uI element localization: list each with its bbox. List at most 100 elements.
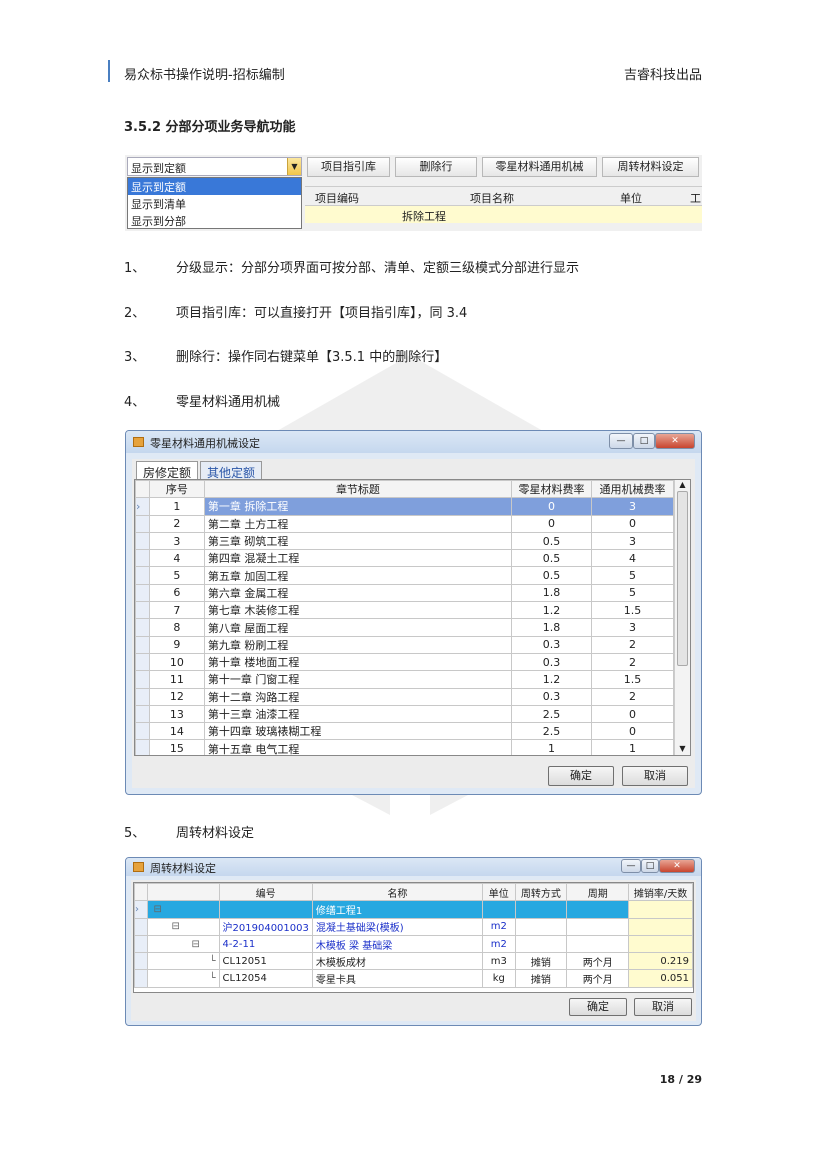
display-level-combo[interactable]: 显示到定额 ▼: [127, 157, 302, 176]
cell-title[interactable]: 第一章 拆除工程: [203, 497, 513, 516]
table-row[interactable]: └ CL12054 零星卡具 kg 摊销 两个月 0.051: [134, 969, 693, 988]
cell-name[interactable]: 修缮工程1: [311, 900, 484, 919]
cell-index[interactable]: 4: [148, 549, 205, 568]
row-header[interactable]: [134, 952, 149, 971]
table-row[interactable]: 9 第九章 粉刷工程 0.3 2: [135, 635, 674, 654]
row-header[interactable]: [135, 549, 150, 568]
cell-code[interactable]: [218, 900, 313, 919]
table-row[interactable]: 4 第四章 混凝土工程 0.5 4: [135, 549, 674, 568]
cell-index[interactable]: 2: [148, 514, 205, 533]
cell-code[interactable]: 4-2-11: [218, 934, 313, 954]
row-header[interactable]: [135, 601, 150, 620]
tab-housing-quota[interactable]: 房修定额: [136, 461, 199, 480]
cell-unit[interactable]: m2: [482, 917, 516, 936]
cell-index[interactable]: 12: [148, 687, 205, 706]
table-row[interactable]: 13 第十三章 油漆工程 2.5 0: [135, 704, 674, 724]
row-header[interactable]: [135, 739, 150, 755]
cell-title[interactable]: 第十章 楼地面工程: [203, 652, 513, 672]
cell-index[interactable]: 11: [148, 670, 205, 689]
table-row[interactable]: ⊟ 沪201904001003 混凝土基础梁(模板) m2: [134, 917, 693, 936]
tree-toggle[interactable]: ⊟: [147, 900, 220, 919]
chevron-down-icon[interactable]: ▼: [287, 158, 301, 175]
row-header[interactable]: [134, 917, 149, 936]
cell-rate[interactable]: [628, 900, 693, 919]
cell-material-rate[interactable]: 1.8: [511, 583, 593, 603]
cell-title[interactable]: 第四章 混凝土工程: [203, 549, 513, 568]
close-icon[interactable]: ✕: [659, 859, 695, 873]
cancel-button[interactable]: 取消: [622, 766, 688, 786]
maximize-icon[interactable]: □: [641, 859, 659, 873]
cell-material-rate[interactable]: 0.5: [511, 566, 593, 585]
cell-material-rate[interactable]: 0.3: [511, 687, 593, 706]
cell-mode[interactable]: [514, 900, 568, 919]
table-row[interactable]: 拆除工程: [305, 205, 702, 223]
cell-machine-rate[interactable]: 3: [591, 497, 674, 516]
row-header[interactable]: [135, 618, 150, 637]
cell-name[interactable]: 木模板 梁 基础梁: [311, 934, 484, 954]
table-row[interactable]: 6 第六章 金属工程 1.8 5: [135, 583, 674, 603]
cell-mode[interactable]: 摊销: [514, 969, 568, 988]
cell-material-rate[interactable]: 0: [511, 514, 593, 533]
row-header[interactable]: [135, 652, 150, 672]
tree-toggle[interactable]: └: [147, 969, 220, 988]
cancel-button[interactable]: 取消: [634, 998, 692, 1016]
cell-name[interactable]: 木模板成材: [311, 952, 484, 971]
ok-button[interactable]: 确定: [569, 998, 627, 1016]
delete-row-button[interactable]: 删除行: [395, 157, 477, 177]
cell-machine-rate[interactable]: 0: [591, 514, 674, 533]
tree-toggle[interactable]: └: [147, 952, 220, 971]
cell-title[interactable]: 第八章 屋面工程: [203, 618, 513, 637]
cell-machine-rate[interactable]: 2: [591, 652, 674, 672]
cell-index[interactable]: 10: [148, 652, 205, 672]
tree-toggle[interactable]: ⊟: [147, 934, 220, 954]
row-header[interactable]: [135, 566, 150, 585]
cell-rate[interactable]: [628, 917, 693, 936]
minimize-icon[interactable]: —: [621, 859, 641, 873]
cell-index[interactable]: 15: [148, 739, 205, 755]
cell-machine-rate[interactable]: 2: [591, 635, 674, 654]
row-header[interactable]: [135, 704, 150, 724]
cell-machine-rate[interactable]: 3: [591, 618, 674, 637]
cell-index[interactable]: 3: [148, 531, 205, 551]
tab-other-quota[interactable]: 其他定额: [200, 461, 263, 480]
cell-rate[interactable]: [628, 934, 693, 954]
cell-index[interactable]: 1: [148, 497, 205, 516]
cell-code[interactable]: CL12051: [218, 952, 313, 971]
cell-index[interactable]: 6: [148, 583, 205, 603]
cell-machine-rate[interactable]: 5: [591, 583, 674, 603]
cell-title[interactable]: 第三章 砌筑工程: [203, 531, 513, 551]
cell-name[interactable]: 零星卡具: [311, 969, 484, 988]
cell-code[interactable]: CL12054: [218, 969, 313, 988]
cell-mode[interactable]: 摊销: [514, 952, 568, 971]
vertical-scrollbar[interactable]: ▲ ▼: [674, 480, 690, 755]
cell-machine-rate[interactable]: 4: [591, 549, 674, 568]
cell-material-rate[interactable]: 1.8: [511, 618, 593, 637]
dropdown-option[interactable]: 显示到清单: [128, 195, 301, 212]
row-header[interactable]: [135, 635, 150, 654]
cell-material-rate[interactable]: 1.2: [511, 601, 593, 620]
row-header[interactable]: [135, 531, 150, 551]
cell-material-rate[interactable]: 1.2: [511, 670, 593, 689]
table-row[interactable]: 11 第十一章 门窗工程 1.2 1.5: [135, 670, 674, 689]
row-header[interactable]: [135, 583, 150, 603]
cell-period[interactable]: 两个月: [566, 969, 630, 988]
table-row[interactable]: 2 第二章 土方工程 0 0: [135, 514, 674, 533]
cell-index[interactable]: 13: [148, 704, 205, 724]
cell-material-rate[interactable]: 2.5: [511, 704, 593, 724]
cell-code[interactable]: 沪201904001003: [218, 917, 313, 936]
cell-unit[interactable]: kg: [482, 969, 516, 988]
row-header[interactable]: [135, 670, 150, 689]
table-row[interactable]: › 1 第一章 拆除工程 0 3: [135, 497, 674, 516]
close-icon[interactable]: ✕: [655, 433, 695, 449]
cell-title[interactable]: 第十四章 玻璃裱糊工程: [203, 722, 513, 741]
table-row[interactable]: 5 第五章 加固工程 0.5 5: [135, 566, 674, 585]
cell-name[interactable]: 混凝土基础梁(模板): [311, 917, 484, 936]
cell-mode[interactable]: [514, 917, 568, 936]
row-header[interactable]: [135, 687, 150, 706]
cell-material-rate[interactable]: 0.3: [511, 652, 593, 672]
table-row[interactable]: 8 第八章 屋面工程 1.8 3: [135, 618, 674, 637]
cell-machine-rate[interactable]: 1: [591, 739, 674, 755]
cell-index[interactable]: 8: [148, 618, 205, 637]
cell-machine-rate[interactable]: 2: [591, 687, 674, 706]
cell-period[interactable]: [566, 900, 630, 919]
